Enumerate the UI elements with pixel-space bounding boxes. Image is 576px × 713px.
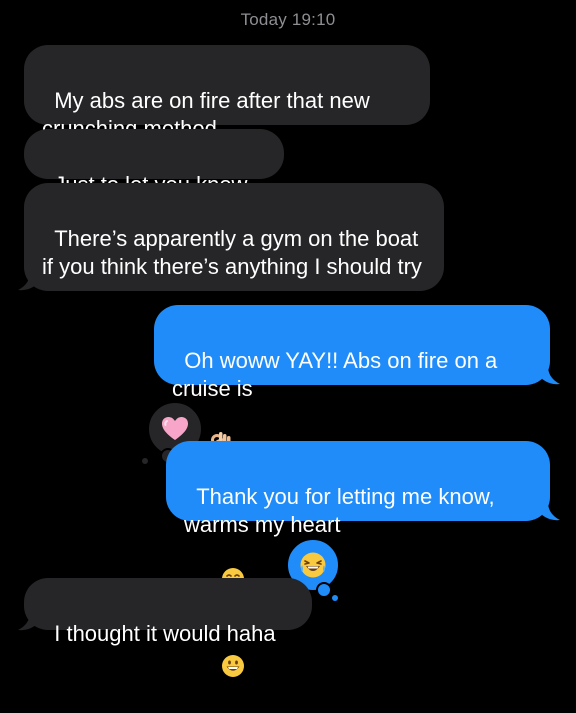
bubble-tail [18, 612, 38, 631]
tapback-tail-dot [316, 582, 332, 598]
incoming-message-bubble[interactable]: My abs are on fire after that new crunch… [24, 45, 430, 141]
bubble-tail [540, 502, 560, 521]
incoming-message-bubble[interactable]: I thought it would haha [24, 578, 312, 646]
incoming-message-bubble[interactable]: There’s apparently a gym on the boat if … [24, 183, 444, 291]
laughing-face-icon [300, 552, 326, 578]
bubble-tail [540, 366, 560, 385]
message-text: Oh woww YAY!! Abs on fire on a cruise is [172, 348, 504, 401]
message-text: I thought it would haha [54, 621, 276, 646]
conversation-timestamp: Today 19:10 [240, 10, 336, 29]
tapback-tail-dot [142, 458, 148, 464]
tapback-tail-dot [332, 595, 338, 601]
message-text: Thank you for letting me know, warms my … [184, 484, 501, 537]
incoming-message-bubble[interactable]: Just to let you know [24, 129, 284, 197]
bubble-tail [18, 272, 38, 291]
outgoing-message-bubble[interactable]: Oh woww YAY!! Abs on fire on a cruise is [154, 305, 550, 455]
outgoing-message-bubble[interactable]: Thank you for letting me know, warms my … [166, 441, 550, 677]
message-text: There’s apparently a gym on the boat if … [42, 226, 425, 279]
heart-icon [162, 417, 188, 440]
